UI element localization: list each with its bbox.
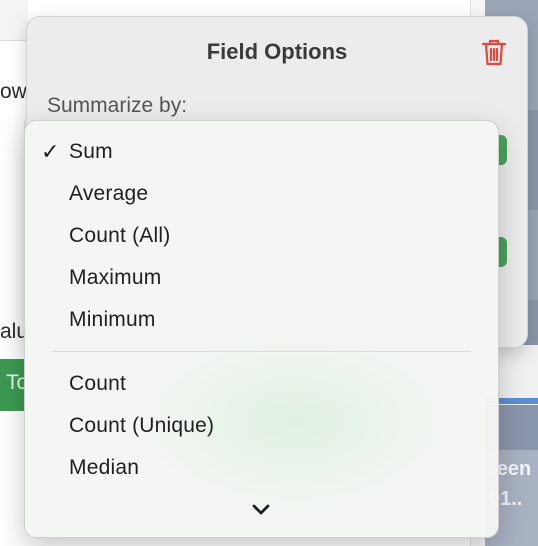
menu-item-label: Count [69,372,127,395]
menu-item-median[interactable]: Median [25,449,498,487]
menu-separator [53,351,471,352]
menu-item-label: Sum [69,140,113,163]
menu-item-maximum[interactable]: Maximum [25,259,498,297]
summarize-by-menu: ✓ Sum Average Count (All) Maximum Minimu… [24,120,499,538]
menu-item-count[interactable]: Count [25,365,498,403]
background-toolbar-fragment [0,0,28,41]
menu-item-count-all[interactable]: Count (All) [25,217,498,255]
background-column [0,120,25,280]
background-row-label: ow [0,80,27,103]
panel-title: Field Options [206,39,348,64]
chevron-down-icon[interactable] [249,501,273,519]
menu-item-sum[interactable]: ✓ Sum [25,133,498,171]
menu-item-label: Minimum [69,308,156,331]
summarize-by-label: Summarize by: [47,94,188,117]
menu-item-label: Maximum [69,266,162,289]
menu-item-label: Average [69,182,149,205]
background-green-button[interactable]: To [0,359,28,411]
checkmark-icon: ✓ [41,139,60,164]
menu-item-count-unique[interactable]: Count (Unique) [25,407,498,445]
trash-icon[interactable] [481,37,507,67]
menu-item-label: Count (Unique) [69,414,215,437]
menu-item-average[interactable]: Average [25,175,498,213]
menu-item-label: Median [69,456,140,479]
menu-item-minimum[interactable]: Minimum [25,301,498,339]
menu-item-label: Count (All) [69,224,171,247]
